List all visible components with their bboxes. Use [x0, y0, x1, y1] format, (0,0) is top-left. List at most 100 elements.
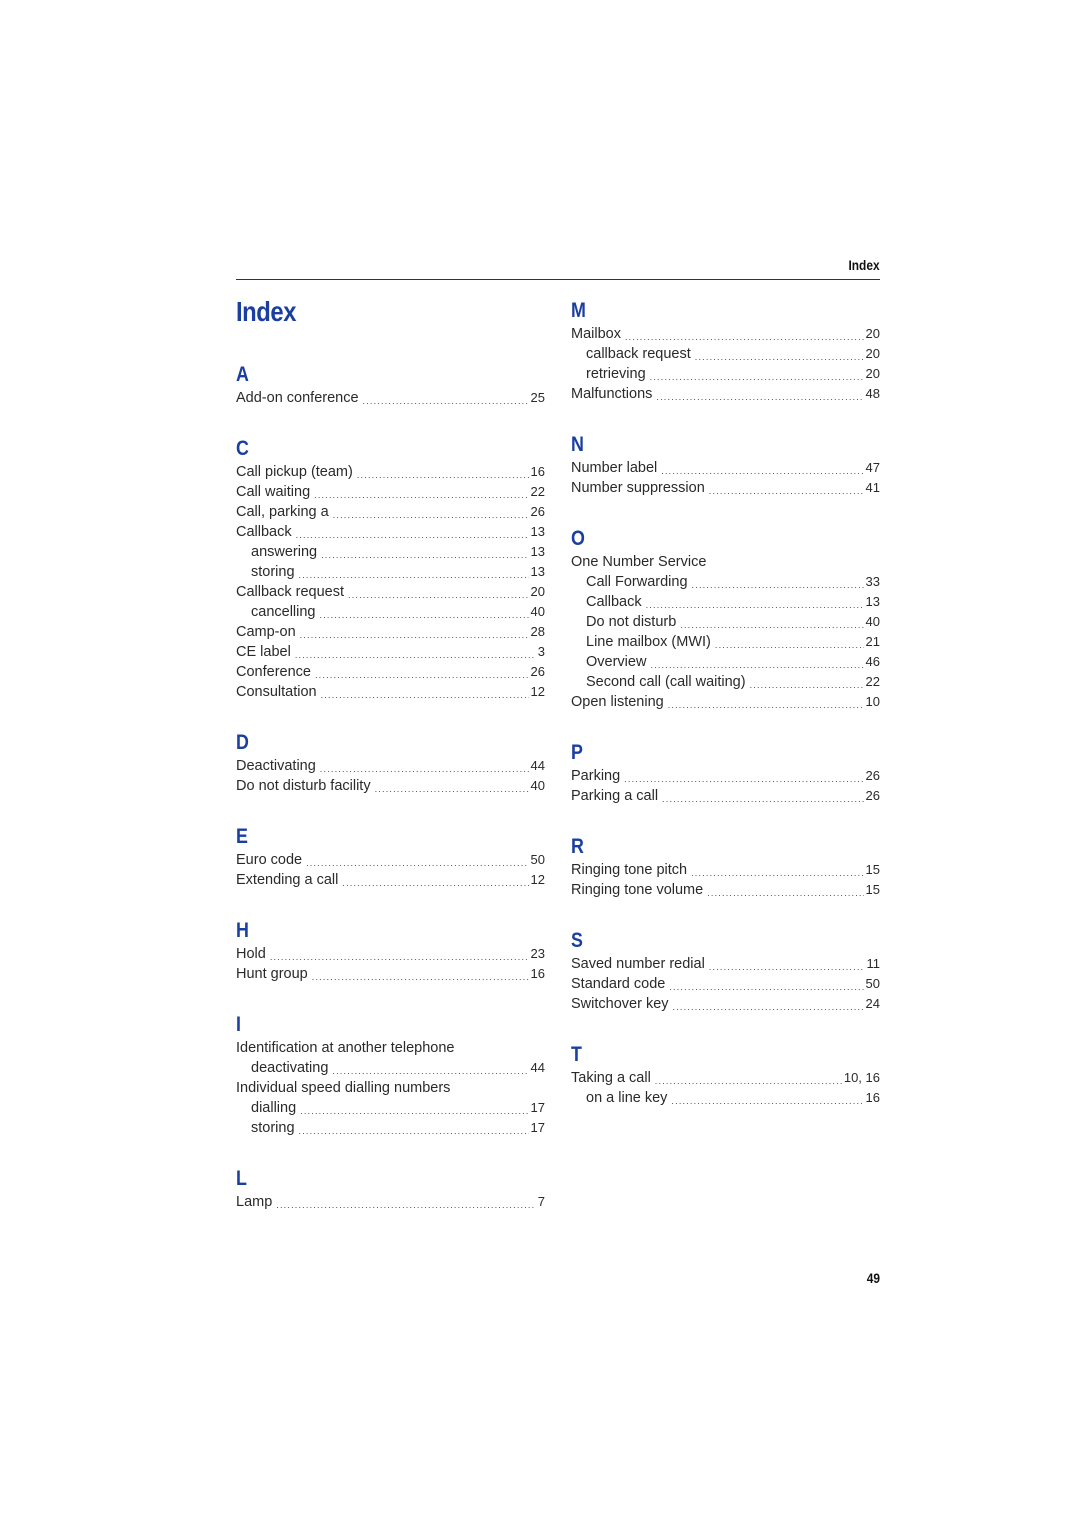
- entry-page-ref[interactable]: 26: [864, 766, 880, 786]
- entry-page-ref[interactable]: 16: [529, 462, 545, 482]
- index-subentry[interactable]: Second call (call waiting) 22: [571, 672, 880, 692]
- index-subentry[interactable]: Overview 46: [571, 652, 880, 672]
- entry-page-ref[interactable]: 26: [864, 786, 880, 806]
- entry-page-ref[interactable]: 47: [864, 458, 880, 478]
- index-entry[interactable]: Call, parking a 26: [236, 502, 545, 522]
- index-entry[interactable]: Conference 26: [236, 662, 545, 682]
- dot-leader: [321, 688, 529, 702]
- entry-page-ref[interactable]: 13: [529, 562, 545, 582]
- index-subentry[interactable]: deactivating 44: [236, 1058, 545, 1078]
- entry-page-ref[interactable]: 26: [529, 662, 545, 682]
- index-entry[interactable]: Saved number redial 11: [571, 954, 880, 974]
- index-entry[interactable]: Parking a call 26: [571, 786, 880, 806]
- entry-page-ref[interactable]: 40: [529, 602, 545, 622]
- index-entry[interactable]: Callback 13: [236, 522, 545, 542]
- index-entry[interactable]: Parking 26: [571, 766, 880, 786]
- index-entry[interactable]: Number label 47: [571, 458, 880, 478]
- entry-term: dialling: [251, 1100, 297, 1116]
- entry-page-ref[interactable]: 12: [529, 870, 545, 890]
- entry-page-ref[interactable]: 28: [529, 622, 545, 642]
- index-entry[interactable]: Call pickup (team) 16: [236, 462, 545, 482]
- index-entry[interactable]: Hold 23: [236, 944, 545, 964]
- entry-page-ref[interactable]: 23: [529, 944, 545, 964]
- index-entry[interactable]: Consultation 12: [236, 682, 545, 702]
- entry-page-ref[interactable]: 20: [529, 582, 545, 602]
- entry-page-ref[interactable]: 17: [529, 1098, 545, 1118]
- index-entry[interactable]: Malfunctions 48: [571, 384, 880, 404]
- entry-page-ref[interactable]: 41: [864, 478, 880, 498]
- index-entry[interactable]: Do not disturb facility 40: [236, 776, 545, 796]
- entry-term: Consultation: [236, 684, 317, 700]
- entry-page-ref[interactable]: 22: [529, 482, 545, 502]
- entry-page-ref[interactable]: 26: [529, 502, 545, 522]
- index-subentry[interactable]: Callback 13: [571, 592, 880, 612]
- entry-term: Identification at another telephone: [236, 1040, 455, 1056]
- index-entry[interactable]: Hunt group 16: [236, 964, 545, 984]
- entry-term: Do not disturb: [586, 614, 677, 630]
- index-entry[interactable]: Individual speed dialling numbers: [236, 1078, 545, 1098]
- index-entry[interactable]: Extending a call 12: [236, 870, 545, 890]
- index-entry[interactable]: CE label 3: [236, 642, 545, 662]
- index-entry[interactable]: Camp-on 28: [236, 622, 545, 642]
- index-subentry[interactable]: on a line key 16: [571, 1088, 880, 1108]
- index-entry[interactable]: Number suppression 41: [571, 478, 880, 498]
- entry-page-ref[interactable]: 24: [864, 994, 880, 1014]
- index-entry[interactable]: Lamp 7: [236, 1192, 545, 1212]
- entry-page-ref[interactable]: 33: [864, 572, 880, 592]
- index-entry[interactable]: Standard code 50: [571, 974, 880, 994]
- entry-page-ref[interactable]: 25: [529, 388, 545, 408]
- index-subentry[interactable]: callback request 20: [571, 344, 880, 364]
- entry-page-ref[interactable]: 44: [529, 756, 545, 776]
- entry-page-ref[interactable]: 12: [529, 682, 545, 702]
- index-entry[interactable]: Ringing tone pitch 15: [571, 860, 880, 880]
- entry-page-ref[interactable]: 21: [864, 632, 880, 652]
- entry-page-ref[interactable]: 13: [529, 522, 545, 542]
- index-subentry[interactable]: storing 17: [236, 1118, 545, 1138]
- index-entry[interactable]: Open listening 10: [571, 692, 880, 712]
- entry-page-ref[interactable]: 3: [536, 642, 545, 662]
- entry-page-ref[interactable]: 20: [864, 364, 880, 384]
- entry-page-ref[interactable]: 46: [864, 652, 880, 672]
- entry-page-ref[interactable]: 15: [864, 860, 880, 880]
- index-subentry[interactable]: Line mailbox (MWI) 21: [571, 632, 880, 652]
- entry-page-ref[interactable]: 20: [864, 344, 880, 364]
- entry-page-ref[interactable]: 11: [865, 954, 881, 974]
- index-entry[interactable]: Deactivating 44: [236, 756, 545, 776]
- entry-page-ref[interactable]: 20: [864, 324, 880, 344]
- index-subentry[interactable]: Do not disturb 40: [571, 612, 880, 632]
- index-entry[interactable]: Mailbox 20: [571, 324, 880, 344]
- entry-page-ref[interactable]: 40: [864, 612, 880, 632]
- entry-page-ref[interactable]: 22: [864, 672, 880, 692]
- index-subentry[interactable]: Call Forwarding 33: [571, 572, 880, 592]
- index-entry[interactable]: Callback request 20: [236, 582, 545, 602]
- entry-page-ref[interactable]: 17: [529, 1118, 545, 1138]
- index-entry[interactable]: One Number Service: [571, 552, 880, 572]
- entry-page-ref[interactable]: 16: [864, 1088, 880, 1108]
- index-entry[interactable]: Call waiting 22: [236, 482, 545, 502]
- index-entry[interactable]: Switchover key 24: [571, 994, 880, 1014]
- index-subentry[interactable]: retrieving 20: [571, 364, 880, 384]
- entry-page-ref[interactable]: 10: [864, 692, 880, 712]
- entry-page-ref[interactable]: 10, 16: [842, 1068, 880, 1088]
- entry-page-ref[interactable]: 7: [536, 1192, 545, 1212]
- entry-term: Taking a call: [571, 1070, 651, 1086]
- index-subentry[interactable]: storing 13: [236, 562, 545, 582]
- entry-page-ref[interactable]: 50: [529, 850, 545, 870]
- entry-page-ref[interactable]: 16: [529, 964, 545, 984]
- index-entry[interactable]: Ringing tone volume 15: [571, 880, 880, 900]
- entry-page-ref[interactable]: 40: [529, 776, 545, 796]
- entry-page-ref[interactable]: 13: [864, 592, 880, 612]
- index-entry[interactable]: Taking a call 10, 16: [571, 1068, 880, 1088]
- index-subentry[interactable]: dialling 17: [236, 1098, 545, 1118]
- index-entry[interactable]: Euro code 50: [236, 850, 545, 870]
- entry-term: Malfunctions: [571, 386, 653, 402]
- index-subentry[interactable]: cancelling 40: [236, 602, 545, 622]
- entry-page-ref[interactable]: 13: [529, 542, 545, 562]
- index-entry[interactable]: Identification at another telephone: [236, 1038, 545, 1058]
- entry-page-ref[interactable]: 50: [864, 974, 880, 994]
- entry-page-ref[interactable]: 15: [864, 880, 880, 900]
- entry-page-ref[interactable]: 44: [529, 1058, 545, 1078]
- index-subentry[interactable]: answering 13: [236, 542, 545, 562]
- index-entry[interactable]: Add-on conference 25: [236, 388, 545, 408]
- entry-page-ref[interactable]: 48: [864, 384, 880, 404]
